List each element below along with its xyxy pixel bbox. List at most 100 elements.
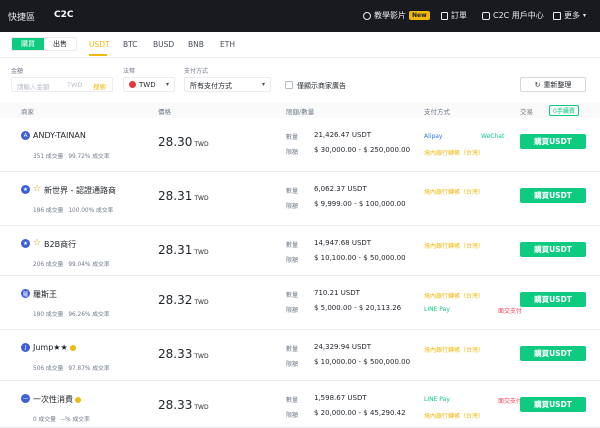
payment-method-tag: LINE Pay [424,306,450,313]
price: 28.33 TWD [158,398,209,412]
price-unit: TWD [194,141,209,148]
qty-label: 數量 [286,242,299,249]
order-limit: $ 20,000.00 - $ 45,290.42 [314,409,406,417]
buy-usdt-button[interactable]: 購買USDT [520,134,586,149]
merchant-name[interactable]: B2B商行 [44,239,76,250]
qty-label: 數量 [286,397,299,404]
chevron-down-icon: ▾ [583,12,587,19]
payment-method-tag: Alipay [424,133,443,140]
nav-tutorial[interactable]: 教學影片 New [363,10,430,21]
verified-icon [75,396,81,403]
new-badge: New [409,11,430,20]
payment-method-tag: 面交支付 [498,398,523,405]
merchant-name[interactable]: 一次性消費 [33,394,81,405]
search-button[interactable]: 搜索 [93,81,106,91]
available-qty: 1,598.67 USDT [314,394,367,402]
order-limit: $ 9,999.00 - $ 100,000.00 [314,200,406,208]
price-value: 28.31 [158,243,193,257]
order-count: 351 成交量 [33,154,64,160]
buy-usdt-button[interactable]: 購買USDT [520,292,586,307]
nav-user-center-label: C2C 用戶中心 [493,11,544,20]
avatar[interactable]: J [21,343,30,352]
buy-tab[interactable]: 購買 [12,38,44,50]
completion-rate: --% 成交率 [60,417,90,423]
more-icon [553,11,561,20]
sell-tab[interactable]: 出售 [44,38,76,50]
limit-label: 限額 [286,203,299,210]
zero-fee-badge: 0手續費 [549,105,579,116]
refresh-button[interactable]: ↻ 重新整理 [520,77,586,92]
chevron-down-icon: ▾ [261,81,265,88]
amount-input[interactable]: 請輸入金額 TWD 搜索 [11,77,113,92]
nav-more-label: 更多 [564,11,580,20]
table-row: 一一次性消費 0 成交量 --% 成交率 28.33 TWD 數量 1,598.67 USD… [0,381,600,428]
price-value: 28.33 [158,347,193,361]
amount-placeholder: 請輸入金額 [17,83,50,91]
buy-usdt-button[interactable]: 購買USDT [520,188,586,203]
amount-label: 金額 [11,68,24,75]
order-limit: $ 10,100.00 - $ 50,000.00 [314,254,406,262]
nav-c2c[interactable]: C2C [54,10,73,20]
order-limit: $ 5,000.00 - $ 20,113.26 [314,304,402,312]
nav-orders[interactable]: 訂單 [441,10,467,21]
available-qty: 14,947.68 USDT [314,239,372,247]
completion-rate: 99.72% 成交率 [68,154,110,160]
nav-user-center[interactable]: C2C 用戶中心 [482,10,544,21]
order-limit: $ 30,000.00 - $ 250,000.00 [314,146,411,154]
avatar[interactable]: ★ [21,239,30,248]
coin-tab-row: 購買 出售 USDT BTC BUSD BNB ETH [0,32,600,58]
payment-value: 所有支付方式 [190,82,232,90]
qty-label: 數量 [286,134,299,141]
fiat-value: TWD [139,81,156,89]
nav-more[interactable]: 更多 ▾ [553,10,586,21]
payment-method-tag: 境內銀行轉帳（台灣） [424,189,485,196]
merchant-name[interactable]: 羅斯王 [33,289,57,300]
tab-usdt[interactable]: USDT [89,40,110,49]
order-count: 186 成交量 [33,208,64,214]
merchant-name[interactable]: Jump★★ [33,343,76,352]
tab-busd[interactable]: BUSD [153,40,174,49]
brand-logo[interactable]: 快捷區 [8,10,35,23]
buy-usdt-button[interactable]: 購買USDT [520,397,586,412]
limit-label: 限額 [286,149,299,156]
merchant-stats: 506 成交量 97.87% 成交率 [33,363,115,372]
payment-method-tag: LINE Pay [424,396,450,403]
play-icon [363,11,371,20]
merchant-name[interactable]: ANDY-TAINAN [33,131,86,140]
merchant-name-text: ANDY-TAINAN [33,131,86,140]
merchant-only-checkbox[interactable] [285,81,293,89]
table-row: 羅羅斯王 180 成交量 96.26% 成交率 28.32 TWD 數量 710.21 US… [0,276,600,330]
col-payment: 支付方式 [424,108,450,116]
available-qty: 24,329.94 USDT [314,343,372,351]
tab-btc[interactable]: BTC [123,40,138,49]
active-tab-indicator [89,54,107,56]
fiat-select[interactable]: TWD ▾ [123,77,175,92]
merchant-name[interactable]: 新世界 - 認證通路商 [44,185,116,196]
avatar[interactable]: 一 [21,394,30,403]
col-price: 價格 [158,108,171,116]
available-qty: 6,062.37 USDT [314,185,367,193]
tab-eth[interactable]: ETH [220,40,235,49]
avatar[interactable]: ★ [21,185,30,194]
col-merchant: 商家 [21,108,34,116]
tab-bnb[interactable]: BNB [188,40,204,49]
order-count: 206 成交量 [33,262,64,268]
qty-label: 數量 [286,292,299,299]
nav-orders-label: 訂單 [451,11,467,20]
payment-method-tag: 境內銀行轉帳（台灣） [424,293,485,300]
buy-usdt-button[interactable]: 購買USDT [520,242,586,257]
order-limit: $ 10,000.00 - $ 500,000.00 [314,358,411,366]
refresh-label: 重新整理 [543,80,572,89]
avatar[interactable]: A [21,131,30,140]
avatar[interactable]: 羅 [21,289,30,298]
price-value: 28.33 [158,398,193,412]
merchant-only-label: 僅顯示商家廣告 [297,82,346,90]
completion-rate: 99.04% 成交率 [68,262,110,268]
payment-select[interactable]: 所有支付方式 ▾ [184,77,271,92]
price: 28.33 TWD [158,347,209,361]
merchant-stats: 351 成交量 99.72% 成交率 [33,151,115,160]
taiwan-flag-icon [129,81,136,88]
qty-label: 數量 [286,188,299,195]
buy-usdt-button[interactable]: 購買USDT [520,346,586,361]
verified-icon [69,344,76,351]
